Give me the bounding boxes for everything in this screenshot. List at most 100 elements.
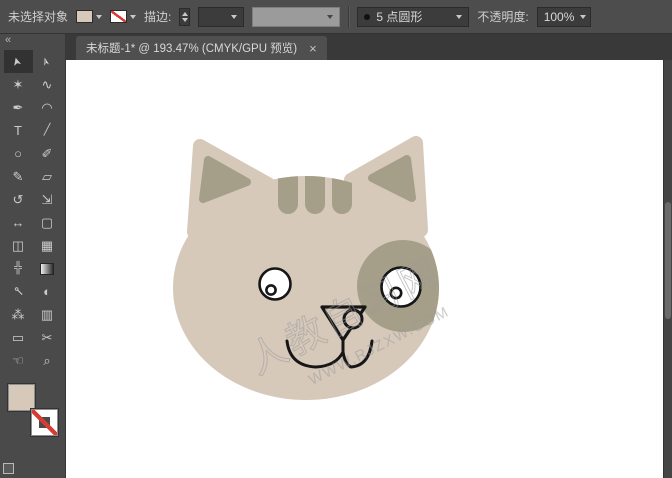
stepper-down-icon <box>182 18 188 22</box>
toolbar-collapse-button[interactable]: « <box>0 34 65 48</box>
brush-preview-dot-icon <box>364 14 370 20</box>
illustrator-window: 未选择对象 描边: 5 点圆形 不透明度: 100% <box>0 0 672 478</box>
cat-stripe-3[interactable] <box>332 158 352 214</box>
collapse-toolbar-icon: « <box>5 34 11 46</box>
stroke-color-control[interactable] <box>110 10 136 23</box>
vertical-scrollbar-thumb[interactable] <box>665 202 671 319</box>
blend-tool[interactable]: ◐ <box>33 280 62 303</box>
hand-tool[interactable]: ☜ <box>4 349 33 372</box>
cat-stripe-1[interactable] <box>278 158 298 214</box>
zoom-tool[interactable]: ⌕ <box>33 349 62 372</box>
fill-stroke-indicator <box>8 384 58 436</box>
line-tool[interactable]: ╱ <box>33 119 62 142</box>
opacity-dropdown[interactable]: 100% <box>537 7 591 27</box>
paintbrush-icon: ✐ <box>42 147 53 160</box>
slice-icon: ✂ <box>42 331 53 344</box>
width-icon: ↔ <box>12 216 25 229</box>
width-tool[interactable]: ↔ <box>4 211 33 234</box>
eyedropper-tool[interactable]: ⊸ <box>4 280 33 303</box>
brush-caret-icon <box>456 15 462 19</box>
cat-stripe-2[interactable] <box>305 158 325 214</box>
magic-wand-tool[interactable]: ✶ <box>4 73 33 96</box>
ellipse-tool[interactable]: ○ <box>4 142 33 165</box>
brush-definition-dropdown[interactable]: 5 点圆形 <box>357 7 469 27</box>
canvas-wrap: 人教自习网 WWW.RJZXW.COM <box>66 60 672 478</box>
column-graph-tool[interactable]: ▥ <box>33 303 62 326</box>
type-tool[interactable]: T <box>4 119 33 142</box>
eyedropper-icon: ⊸ <box>10 283 27 300</box>
slice-tool[interactable]: ✂ <box>33 326 62 349</box>
stroke-none-swatch[interactable] <box>110 10 127 23</box>
column-graph-icon: ▥ <box>41 308 53 321</box>
free-transform-tool[interactable]: ▢ <box>33 211 62 234</box>
document-tab[interactable]: 未标题-1* @ 193.47% (CMYK/GPU 预览) × <box>76 36 327 60</box>
opacity-caret-icon <box>580 15 586 19</box>
selection-icon: ➤ <box>11 56 24 68</box>
artboard-tool[interactable]: ▭ <box>4 326 33 349</box>
stroke-indicator-swatch[interactable] <box>31 409 58 436</box>
stroke-weight-stepper[interactable] <box>179 8 190 26</box>
direct-selection-icon: ➢ <box>40 56 53 68</box>
eraser-icon: ▱ <box>42 170 52 183</box>
fill-color-control[interactable] <box>76 10 102 23</box>
stroke-caret-icon <box>130 15 136 19</box>
lasso-tool[interactable]: ∿ <box>33 73 62 96</box>
line-icon: ╱ <box>44 125 51 136</box>
document-area: 未标题-1* @ 193.47% (CMYK/GPU 预览) × <box>66 34 672 478</box>
gradient-icon <box>40 263 54 275</box>
stepper-up-icon <box>182 12 188 16</box>
mesh-icon: ╬ <box>14 263 22 274</box>
fill-indicator-swatch[interactable] <box>8 384 35 411</box>
screen-mode-icon[interactable] <box>3 463 14 474</box>
artboard-canvas[interactable]: 人教自习网 WWW.RJZXW.COM <box>66 60 663 478</box>
scale-icon: ⇲ <box>42 193 53 206</box>
hand-icon: ☜ <box>12 354 24 367</box>
perspective-grid-tool[interactable]: ▦ <box>33 234 62 257</box>
width-profile-dropdown[interactable] <box>252 7 340 27</box>
brush-definition-value: 5 点圆形 <box>376 8 450 25</box>
options-bar: 未选择对象 描边: 5 点圆形 不透明度: 100% <box>0 0 672 34</box>
stroke-weight-label: 描边: <box>144 8 171 25</box>
cat-eye-left[interactable] <box>260 269 291 300</box>
pencil-icon: ✎ <box>13 170 24 183</box>
type-icon: T <box>14 124 22 137</box>
opacity-value: 100% <box>544 10 575 24</box>
fill-caret-icon <box>96 15 102 19</box>
document-tab-title: 未标题-1* @ 193.47% (CMYK/GPU 预览) <box>86 40 297 56</box>
width-profile-caret-icon <box>327 15 333 19</box>
artboard-icon: ▭ <box>12 331 24 344</box>
scale-tool[interactable]: ⇲ <box>33 188 62 211</box>
shape-builder-icon: ◫ <box>12 239 24 252</box>
vertical-scrollbar[interactable] <box>663 60 672 478</box>
zoom-icon: ⌕ <box>43 354 50 367</box>
fill-color-swatch[interactable] <box>76 10 93 23</box>
perspective-grid-icon: ▦ <box>41 239 53 252</box>
symbol-sprayer-tool[interactable]: ⁂ <box>4 303 33 326</box>
rotate-tool[interactable]: ↺ <box>4 188 33 211</box>
stroke-weight-dropdown[interactable] <box>198 7 244 27</box>
eraser-tool[interactable]: ▱ <box>33 165 62 188</box>
toolbar-tools: ➤ ➢ ✶ ∿ ✒ ◠ T ╱ ○ ✐ ✎ ▱ ↺ ⇲ ↔ ▢ ◫ ▦ ╬ ⊸ ◐ ⁂ ▥ ▭ ✂ ☜ ⌕ <box>4 50 62 372</box>
curvature-icon: ◠ <box>41 101 52 114</box>
paintbrush-tool[interactable]: ✐ <box>33 142 62 165</box>
pencil-tool[interactable]: ✎ <box>4 165 33 188</box>
stroke-weight-caret-icon <box>231 15 237 19</box>
lasso-icon: ∿ <box>42 78 53 91</box>
selection-status: 未选择对象 <box>8 8 68 25</box>
tab-close-icon[interactable]: × <box>309 42 317 55</box>
selection-tool[interactable]: ➤ <box>4 50 33 73</box>
curvature-tool[interactable]: ◠ <box>33 96 62 119</box>
options-separator <box>348 6 349 28</box>
pen-tool[interactable]: ✒ <box>4 96 33 119</box>
document-tab-bar: 未标题-1* @ 193.47% (CMYK/GPU 预览) × <box>66 34 672 60</box>
cat-artwork[interactable]: 人教自习网 WWW.RJZXW.COM <box>66 60 663 478</box>
blend-icon: ◐ <box>43 285 51 298</box>
mesh-tool[interactable]: ╬ <box>4 257 33 280</box>
tools-panel: « ➤ ➢ ✶ ∿ ✒ ◠ T ╱ ○ ✐ ✎ ▱ ↺ ⇲ ↔ ▢ ◫ ▦ ╬ ⊸ ◐ ⁂ ▥ ▭ ✂ ☜ ⌕ <box>0 34 66 478</box>
shape-builder-tool[interactable]: ◫ <box>4 234 33 257</box>
direct-selection-tool[interactable]: ➢ <box>33 50 62 73</box>
symbol-sprayer-icon: ⁂ <box>12 308 25 321</box>
gradient-tool[interactable] <box>33 257 62 280</box>
ellipse-icon: ○ <box>14 147 22 160</box>
free-transform-icon: ▢ <box>41 216 53 229</box>
